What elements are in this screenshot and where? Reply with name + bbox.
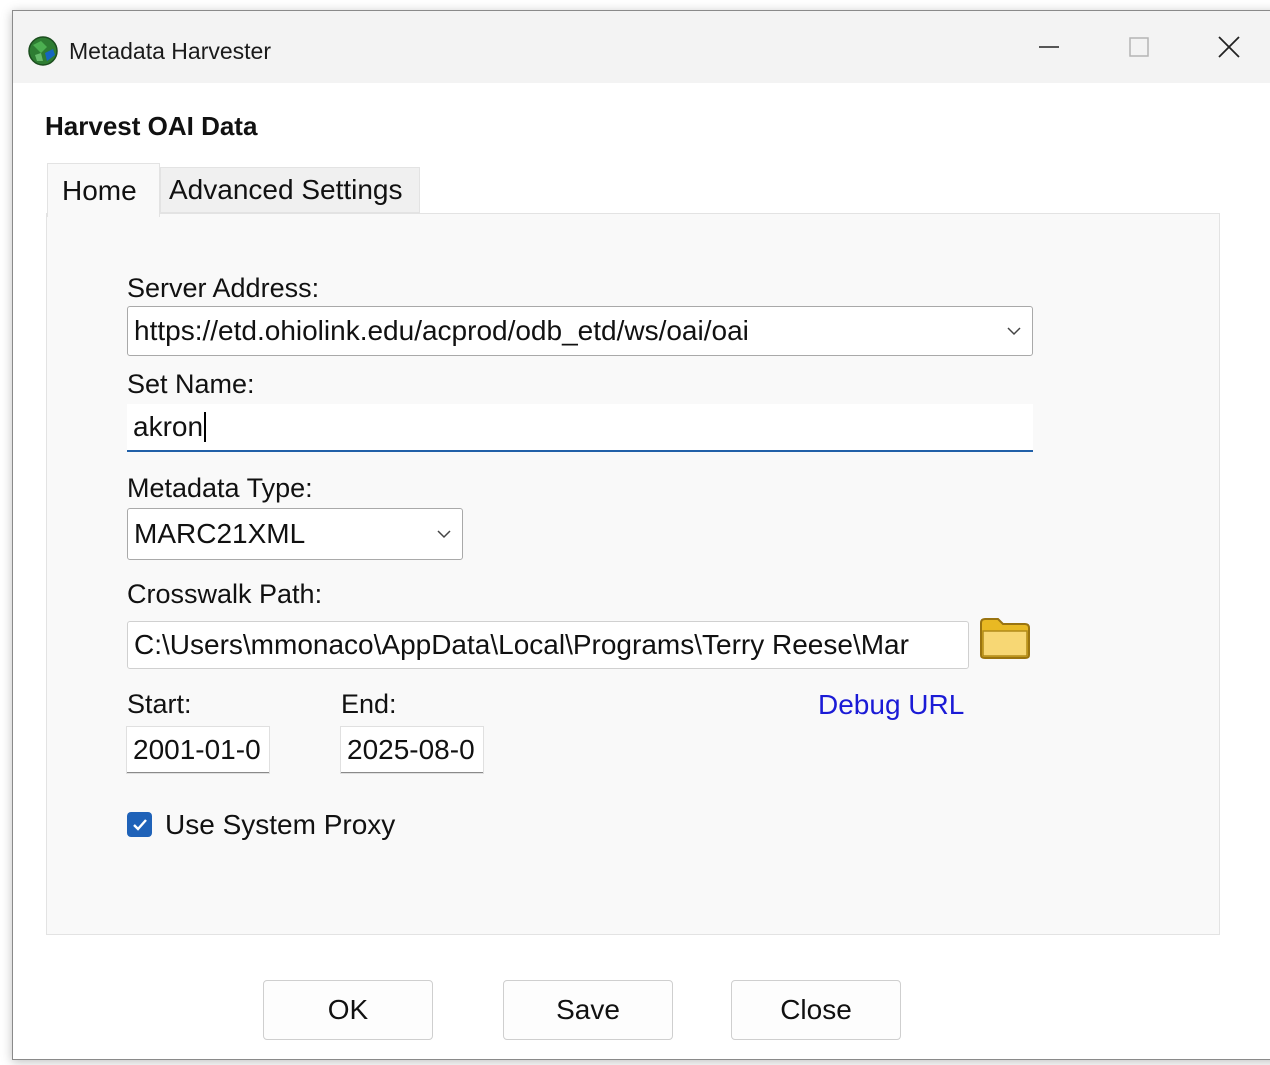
dialog-heading: Harvest OAI Data — [45, 111, 258, 141]
window-title: Metadata Harvester — [69, 38, 271, 64]
chevron-down-icon[interactable] — [1006, 326, 1022, 336]
metadata-type-select[interactable]: MARC21XML — [127, 508, 463, 560]
metadata-type-label: Metadata Type: — [127, 473, 313, 503]
title-bar[interactable]: Metadata Harvester — [13, 11, 1270, 83]
folder-browse-icon[interactable] — [978, 615, 1032, 661]
chevron-down-icon[interactable] — [436, 529, 452, 539]
metadata-harvester-window: Metadata Harvester Harvest OAI Data Home… — [12, 10, 1270, 1060]
globe-app-icon — [28, 36, 58, 66]
checkmark-icon — [132, 818, 147, 831]
debug-url-link[interactable]: Debug URL — [818, 689, 964, 721]
metadata-type-value: MARC21XML — [134, 518, 306, 549]
maximize-icon — [1129, 37, 1149, 57]
set-name-input[interactable]: akron — [127, 404, 1033, 452]
server-address-label: Server Address: — [127, 273, 320, 303]
use-system-proxy-checkbox[interactable] — [127, 812, 152, 837]
crosswalk-path-label: Crosswalk Path: — [127, 579, 323, 609]
start-date-picker[interactable]: 2001-01-0 — [127, 727, 269, 773]
close-window-button[interactable] — [1183, 11, 1270, 83]
maximize-button[interactable] — [1093, 11, 1185, 83]
tab-home[interactable]: Home — [47, 163, 160, 217]
dialog-client-area: Harvest OAI Data Home Advanced Settings … — [13, 83, 1270, 1059]
close-icon — [1218, 36, 1240, 58]
crosswalk-path-input[interactable]: C:\Users\mmonaco\AppData\Local\Programs\… — [127, 621, 969, 669]
set-name-value: akron — [133, 411, 204, 442]
use-system-proxy-label[interactable]: Use System Proxy — [165, 809, 395, 841]
server-address-combobox[interactable]: https://etd.ohiolink.edu/acprod/odb_etd/… — [127, 306, 1033, 356]
minimize-button[interactable] — [1003, 11, 1095, 83]
set-name-label: Set Name: — [127, 369, 255, 399]
text-caret — [204, 412, 207, 442]
tab-advanced-settings[interactable]: Advanced Settings — [160, 167, 420, 213]
close-button[interactable]: Close — [731, 980, 901, 1040]
end-date-picker[interactable]: 2025-08-0 — [341, 727, 483, 773]
server-address-value: https://etd.ohiolink.edu/acprod/odb_etd/… — [134, 315, 749, 346]
screen: Metadata Harvester Harvest OAI Data Home… — [0, 0, 1270, 1065]
minimize-icon — [1039, 46, 1059, 48]
crosswalk-path-value: C:\Users\mmonaco\AppData\Local\Programs\… — [134, 629, 909, 660]
end-label: End: — [341, 689, 397, 719]
start-date-value: 2001-01-0 — [133, 733, 261, 765]
ok-button[interactable]: OK — [263, 980, 433, 1040]
start-label: Start: — [127, 689, 192, 719]
save-button[interactable]: Save — [503, 980, 673, 1040]
end-date-value: 2025-08-0 — [347, 733, 475, 765]
